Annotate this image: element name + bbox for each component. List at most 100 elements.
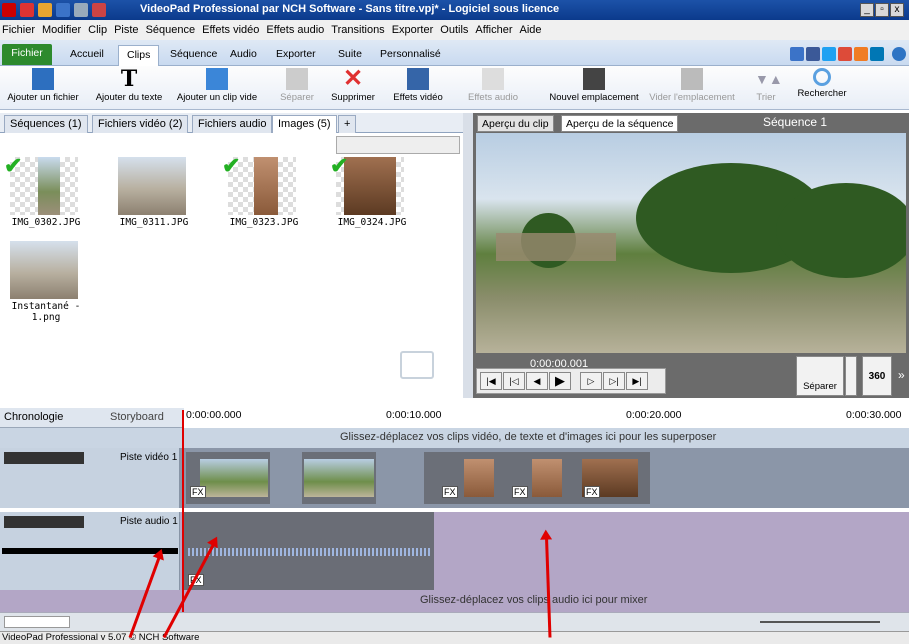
overlay-track[interactable]: Glissez-déplacez vos clips vidéo, de tex… — [0, 428, 909, 448]
prev-frame-button[interactable]: |◁ — [503, 372, 525, 390]
split-icon — [286, 68, 308, 90]
sequence-title: Séquence 1 — [763, 115, 828, 129]
save-icon[interactable] — [56, 3, 70, 17]
video-effects-button[interactable]: Effets vidéo — [386, 66, 450, 110]
undo-icon[interactable] — [74, 3, 88, 17]
video-fx-icon — [407, 68, 429, 90]
video-clip[interactable]: FX — [186, 452, 270, 504]
tab-add[interactable]: + — [338, 115, 357, 133]
fx-badge[interactable]: FX — [190, 486, 206, 498]
video-clip[interactable]: FX FX FX — [424, 452, 650, 504]
split-dropdown[interactable] — [845, 356, 857, 396]
window-title: VideoPad Professional par NCH Software -… — [140, 3, 560, 15]
tab-sequence-preview[interactable]: Aperçu de la séquence — [561, 115, 679, 132]
googleplus-icon[interactable] — [838, 47, 852, 61]
next-frame-button[interactable]: ▷| — [603, 372, 625, 390]
linkedin-icon[interactable] — [870, 47, 884, 61]
tab-accueil[interactable]: Accueil — [62, 45, 112, 66]
bin-item-label: IMG_0311.JPG — [119, 217, 189, 228]
audio-effects-button[interactable]: Effets audio — [462, 66, 524, 110]
tab-video-files[interactable]: Fichiers vidéo (2) — [92, 115, 189, 133]
tick-label: 0:00:00.000 — [186, 409, 242, 421]
audio-track-label: Piste audio 1 — [120, 516, 178, 527]
tab-personnalise[interactable]: Personnalisé — [372, 45, 449, 66]
rewind-button[interactable]: ◀ — [526, 372, 548, 390]
tab-exporter[interactable]: Exporter — [268, 45, 324, 66]
fx-badge[interactable]: FX — [584, 486, 600, 498]
forward-button[interactable]: ▷ — [580, 372, 602, 390]
menu-aide[interactable]: Aide — [519, 24, 541, 36]
audio-mix-track[interactable]: Glissez-déplacez vos clips audio ici pou… — [0, 590, 909, 612]
record-icon[interactable] — [20, 3, 34, 17]
tab-storyboard[interactable]: Storyboard — [110, 411, 164, 423]
redo-icon[interactable] — [92, 3, 106, 17]
split-preview-button[interactable]: Séparer — [796, 356, 844, 396]
track-controls[interactable] — [4, 516, 84, 528]
bin-item[interactable]: ✔ — [222, 153, 296, 215]
sort-button[interactable]: ▼▲ Trier — [748, 66, 784, 110]
menu-afficher[interactable]: Afficher — [475, 24, 512, 36]
bin-item[interactable] — [10, 241, 78, 299]
track-controls[interactable] — [4, 452, 84, 464]
minimize-button[interactable]: _ — [860, 3, 874, 17]
share-icon[interactable] — [854, 47, 868, 61]
status-bar: VideoPad Professional v 5.07 © NCH Softw… — [0, 631, 909, 644]
menu-transitions[interactable]: Transitions — [331, 24, 384, 36]
add-blank-clip-button[interactable]: Ajouter un clip vide — [172, 66, 262, 110]
tab-clips[interactable]: Clips — [118, 45, 160, 66]
tab-audio[interactable]: Audio — [222, 45, 265, 66]
tab-images[interactable]: Images (5) — [272, 115, 337, 133]
fx-badge[interactable]: FX — [512, 486, 528, 498]
tab-clip-preview[interactable]: Aperçu du clip — [477, 115, 554, 132]
empty-slot-button[interactable]: Vider l'emplacement — [646, 66, 738, 110]
play-button[interactable]: ▶ — [549, 372, 571, 390]
menu-outils[interactable]: Outils — [440, 24, 468, 36]
facebook-icon[interactable] — [806, 47, 820, 61]
zoom-slider[interactable] — [760, 621, 880, 623]
bin-item-label: Instantané - 1.png — [11, 301, 81, 323]
menu-clip[interactable]: Clip — [88, 24, 107, 36]
menu-fichier[interactable]: Fichier — [2, 24, 35, 36]
menu-effets-video[interactable]: Effets vidéo — [202, 24, 259, 36]
tab-sequences[interactable]: Séquences (1) — [4, 115, 88, 133]
twitter-icon[interactable] — [822, 47, 836, 61]
menu-sequence[interactable]: Séquence — [146, 24, 196, 36]
new-slot-button[interactable]: Nouvel emplacement — [546, 66, 642, 110]
close-button[interactable]: x — [890, 3, 904, 17]
menu-effets-audio[interactable]: Effets audio — [266, 24, 324, 36]
menu-modifier[interactable]: Modifier — [42, 24, 81, 36]
add-text-button[interactable]: T Ajouter du texte — [90, 66, 168, 110]
video-clip[interactable] — [302, 452, 376, 504]
audio-clip[interactable]: FX — [184, 512, 434, 590]
tab-sequence[interactable]: Séquence — [162, 45, 225, 66]
menu-piste[interactable]: Piste — [114, 24, 138, 36]
time-ruler[interactable] — [184, 408, 909, 428]
delete-button[interactable]: ✕ Supprimer — [326, 66, 380, 110]
video-track-header: Piste vidéo 1 — [0, 448, 180, 508]
tab-audio-files[interactable]: Fichiers audio — [192, 115, 273, 133]
search-button[interactable]: Rechercher — [794, 66, 850, 110]
split-button[interactable]: Séparer — [272, 66, 322, 110]
bin-item[interactable] — [118, 157, 186, 215]
bin-view-controls[interactable] — [336, 136, 460, 154]
go-start-button[interactable]: |◀ — [480, 372, 502, 390]
panel-splitter[interactable] — [463, 113, 473, 398]
scroll-thumb[interactable] — [4, 616, 70, 628]
fx-badge[interactable]: FX — [442, 486, 458, 498]
menu-exporter[interactable]: Exporter — [392, 24, 434, 36]
tab-suite[interactable]: Suite — [330, 45, 370, 66]
go-end-button[interactable]: ▶| — [626, 372, 648, 390]
bin-item[interactable]: ✔ — [330, 153, 404, 215]
restore-button[interactable]: ▫ — [875, 3, 889, 17]
more-button[interactable]: » — [898, 368, 905, 382]
like-icon[interactable] — [790, 47, 804, 61]
vr360-button[interactable]: 360 — [862, 356, 892, 396]
tab-fichier[interactable]: Fichier — [2, 44, 52, 65]
bin-item[interactable]: ✔ — [4, 153, 78, 215]
media-bin: ✔ IMG_0302.JPG IMG_0311.JPG ✔ IMG_0323.J… — [0, 133, 463, 398]
help-icon[interactable] — [892, 47, 906, 61]
add-file-button[interactable]: Ajouter un fichier — [0, 66, 86, 110]
open-icon[interactable] — [38, 3, 52, 17]
image-placeholder-icon — [400, 351, 434, 379]
tab-chronologie[interactable]: Chronologie — [4, 411, 63, 423]
